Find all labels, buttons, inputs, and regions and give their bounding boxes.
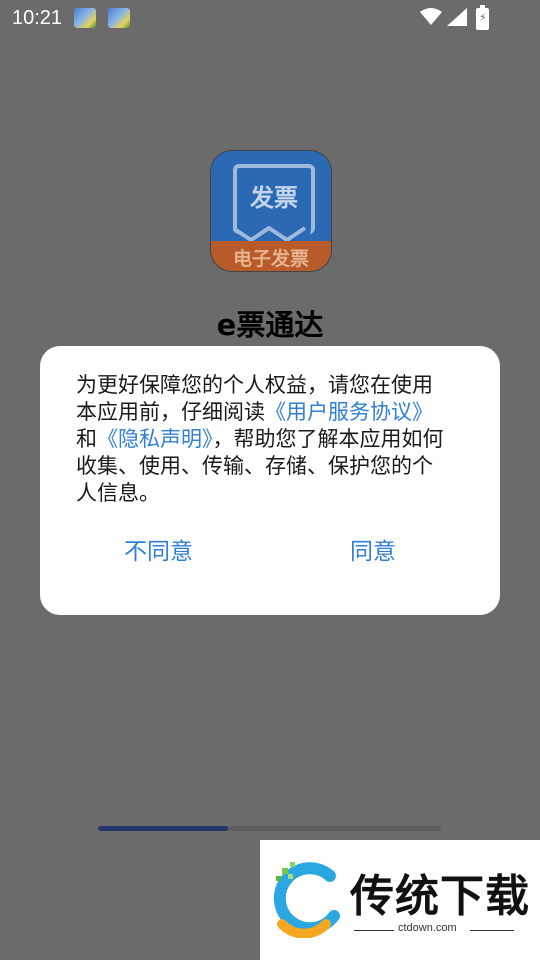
dialog-message: 为更好保障您的个人权益，请您在使用本应用前，仔细阅读《用户服务协议》和《隐私声明… <box>76 372 448 507</box>
invoice-document-icon: 发票 <box>233 164 315 234</box>
weather-notification-icon <box>108 8 130 28</box>
agree-button[interactable]: 同意 <box>350 532 396 566</box>
wave-decoration <box>233 226 307 242</box>
user-agreement-link[interactable]: 《用户服务协议》 <box>265 400 433 424</box>
watermark: 传统下载 ctdown.com <box>260 840 540 960</box>
status-bar: 10:21 ⚡ <box>0 0 540 36</box>
loading-progress-bar <box>98 826 441 831</box>
privacy-statement-link[interactable]: 《隐私声明》 <box>97 427 213 451</box>
status-time: 10:21 <box>12 7 63 29</box>
watermark-url: ctdown.com <box>398 922 457 934</box>
cell-signal-icon <box>447 8 467 26</box>
status-icons: ⚡ <box>420 5 500 30</box>
divider <box>470 930 514 931</box>
ctdown-logo-icon <box>273 862 340 938</box>
app-name: e票通达 <box>216 308 324 342</box>
app-icon-top-text: 发票 <box>250 184 298 212</box>
watermark-title: 传统下载 <box>350 871 530 922</box>
privacy-dialog: 为更好保障您的个人权益，请您在使用本应用前，仔细阅读《用户服务协议》和《隐私声明… <box>40 346 500 615</box>
weather-notification-icon <box>74 8 96 28</box>
app-icon-band-text: 电子发票 <box>232 248 309 270</box>
wifi-icon <box>420 8 442 25</box>
disagree-button[interactable]: 不同意 <box>124 532 193 566</box>
battery-icon: ⚡ <box>476 5 489 30</box>
loading-progress-fill <box>98 826 229 831</box>
dialog-text-part: 和 <box>76 427 97 451</box>
divider <box>354 930 394 931</box>
app-icon: 发票 电子发票 <box>210 150 332 272</box>
app-icon-band: 电子发票 <box>211 241 331 271</box>
